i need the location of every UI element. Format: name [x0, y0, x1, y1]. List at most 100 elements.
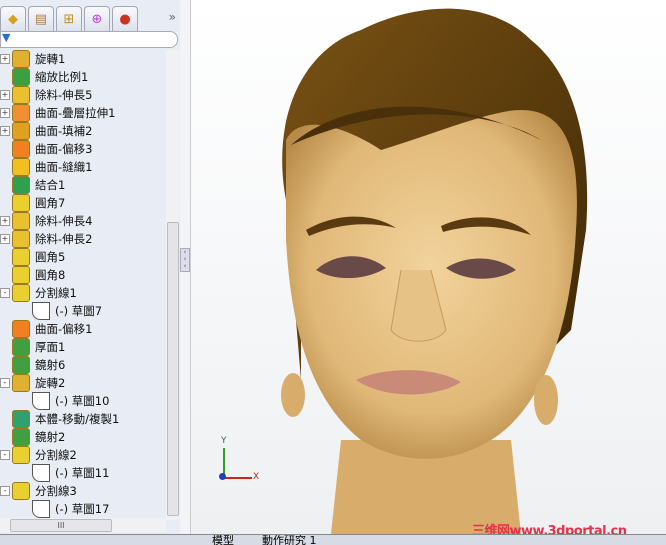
expand-toggle[interactable]: +	[0, 126, 10, 136]
configuration-icon: ⊞	[63, 11, 75, 27]
tree-item-label: 分割線3	[35, 484, 77, 498]
color-wheel-icon: ●	[119, 11, 131, 27]
vertical-scrollbar[interactable]	[166, 50, 179, 520]
tree-item-label: 曲面-縫織1	[35, 160, 93, 174]
tree-item[interactable]: 鏡射2	[12, 428, 65, 446]
scroll-thumb[interactable]	[167, 222, 179, 516]
z-axis-dot	[219, 473, 226, 480]
tree-item-label: 本體-移動/複製1	[35, 412, 120, 426]
tree-item[interactable]: + 除料-伸長4	[0, 212, 93, 230]
expand-toggle[interactable]: -	[0, 378, 10, 388]
tree-item-label: 圓角7	[35, 196, 66, 210]
split-line-icon	[12, 482, 30, 500]
manager-tabs: ◆ ▤ ⊞ ⊕ ● »	[0, 4, 180, 31]
filter-input[interactable]: ▼	[0, 31, 178, 48]
axis-triad: Y X	[215, 436, 265, 485]
tree-item-label: 分割線2	[35, 448, 77, 462]
tree-item[interactable]: - 分割線1	[0, 284, 77, 302]
surface-loft-icon	[12, 104, 30, 122]
graphics-viewport[interactable]: Y X	[191, 0, 666, 534]
tree-item[interactable]: + 除料-伸長2	[0, 230, 93, 248]
expand-toggle[interactable]: +	[0, 54, 10, 64]
feature-manager-tab[interactable]: ◆	[0, 6, 26, 31]
tree-item[interactable]: 圓角7	[12, 194, 65, 212]
scale-icon	[12, 68, 30, 86]
surface-offset-icon	[12, 320, 30, 338]
x-axis-line	[224, 477, 252, 479]
right-ear	[534, 375, 558, 425]
tree-item-label: 曲面-偏移1	[35, 322, 93, 336]
configuration-manager-tab[interactable]: ⊞	[56, 6, 82, 31]
feature-manager-panel: ◆ ▤ ⊞ ⊕ ● » ▼ + 旋轉1 縮放比例1 + 除料-伸長5 + 曲面-疊層拉伸1 +…	[0, 0, 181, 544]
tree-item[interactable]: 鏡射6	[12, 356, 65, 374]
collapse-handle[interactable]: ‹ ‹ ‹	[180, 248, 190, 272]
tree-item[interactable]: + 旋轉1	[0, 50, 65, 68]
tree-item-label: (-) 草圖11	[55, 466, 110, 480]
tree-item[interactable]: + 曲面-填補2	[0, 122, 92, 140]
tree-item-label: 圓角5	[35, 250, 66, 264]
tree-item[interactable]: (-) 草圖10	[32, 392, 109, 410]
move-copy-icon	[12, 410, 30, 428]
fillet-icon	[12, 194, 30, 212]
revolve-icon	[12, 50, 30, 68]
tree-item-label: 除料-伸長4	[35, 214, 93, 228]
left-ear	[281, 373, 305, 417]
tree-item[interactable]: - 旋轉2	[0, 374, 65, 392]
tree-item-label: 除料-伸長2	[35, 232, 93, 246]
feature-tree-icon: ◆	[8, 11, 18, 27]
expand-toggle[interactable]: -	[0, 450, 10, 460]
filter-icon: ▼	[2, 31, 11, 44]
display-manager-tab[interactable]: ●	[112, 6, 138, 31]
tree-item[interactable]: (-) 草圖17	[32, 500, 109, 518]
scroll-thumb[interactable]: III	[10, 519, 112, 532]
tab-motion-study[interactable]: 動作研究 1	[262, 535, 317, 545]
expand-toggle[interactable]: +	[0, 234, 10, 244]
bottom-tabs: 模型 動作研究 1	[0, 534, 666, 545]
tree-item[interactable]: 圓角5	[12, 248, 65, 266]
tree-item[interactable]: (-) 草圖7	[32, 302, 102, 320]
thicken-icon	[12, 338, 30, 356]
tree-item[interactable]: - 分割線2	[0, 446, 77, 464]
tab-model[interactable]: 模型	[212, 535, 234, 545]
tree-item[interactable]: 本體-移動/複製1	[12, 410, 119, 428]
tree-item-label: (-) 草圖17	[55, 502, 110, 516]
mirror-icon	[12, 356, 30, 374]
tree-item[interactable]: (-) 草圖11	[32, 464, 109, 482]
horizontal-scrollbar[interactable]: III	[0, 518, 166, 532]
tree-item-label: 厚面1	[35, 340, 66, 354]
expand-toggle[interactable]: -	[0, 288, 10, 298]
tree-item[interactable]: 曲面-縫織1	[12, 158, 92, 176]
tree-item[interactable]: 曲面-偏移3	[12, 140, 92, 158]
crosshair-icon: ⊕	[91, 11, 103, 27]
property-manager-tab[interactable]: ▤	[28, 6, 54, 31]
tree-item-label: (-) 草圖7	[55, 304, 103, 318]
tree-item-label: 分割線1	[35, 286, 77, 300]
tree-item[interactable]: 厚面1	[12, 338, 65, 356]
dimxpert-tab[interactable]: ⊕	[84, 6, 110, 31]
expand-toggle[interactable]: +	[0, 216, 10, 226]
tree-item[interactable]: + 曲面-疊層拉伸1	[0, 104, 115, 122]
y-axis-label: Y	[221, 436, 227, 446]
mirror-icon	[12, 428, 30, 446]
tree-item-label: 除料-伸長5	[35, 88, 93, 102]
split-line-icon	[12, 446, 30, 464]
tree-item[interactable]: + 除料-伸長5	[0, 86, 93, 104]
tree-item[interactable]: - 分割線3	[0, 482, 77, 500]
tree-item[interactable]: 圓角8	[12, 266, 65, 284]
tree-item[interactable]: 結合1	[12, 176, 65, 194]
tree-item-label: 結合1	[35, 178, 66, 192]
tree-item-label: 鏡射2	[35, 430, 66, 444]
more-tabs-button[interactable]: »	[169, 10, 176, 24]
cut-extrude-icon	[12, 212, 30, 230]
expand-toggle[interactable]: +	[0, 90, 10, 100]
surface-knit-icon	[12, 158, 30, 176]
tree-item-label: (-) 草圖10	[55, 394, 110, 408]
tree-item-label: 鏡射6	[35, 358, 66, 372]
tree-item-label: 圓角8	[35, 268, 66, 282]
expand-toggle[interactable]: -	[0, 486, 10, 496]
tree-item[interactable]: 曲面-偏移1	[12, 320, 92, 338]
surface-fill-icon	[12, 122, 30, 140]
expand-toggle[interactable]: +	[0, 108, 10, 118]
fillet-icon	[12, 248, 30, 266]
tree-item[interactable]: 縮放比例1	[12, 68, 88, 86]
